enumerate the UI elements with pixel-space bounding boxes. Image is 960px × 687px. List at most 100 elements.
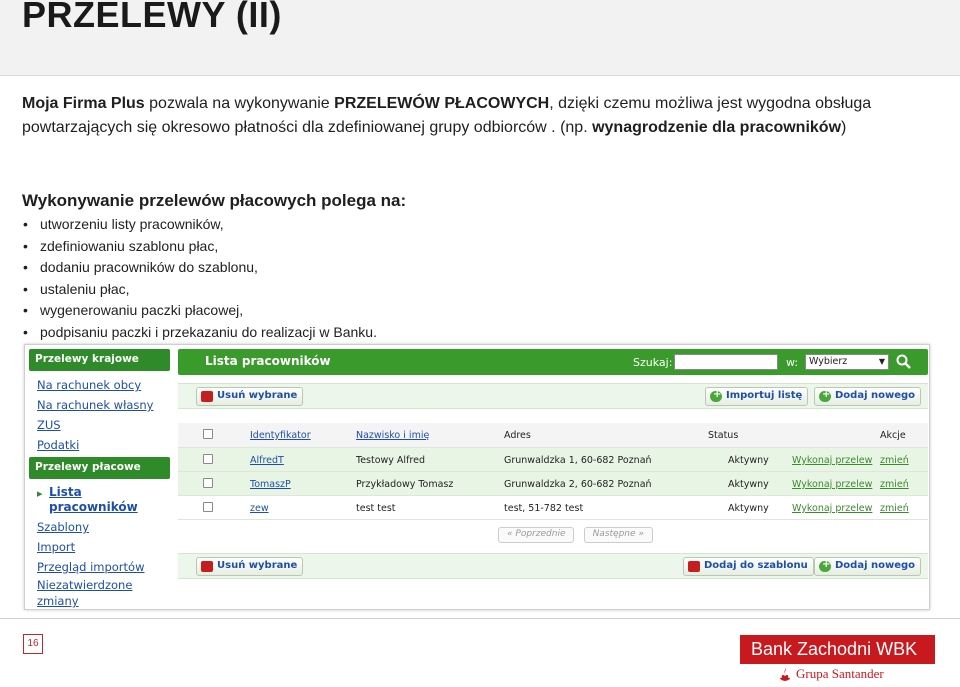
edit-link[interactable]: zmień (880, 479, 909, 490)
employee-name: test test (356, 503, 396, 514)
nav-link-taxes[interactable]: Podatki (29, 435, 170, 455)
step-item: ustaleniu płac, (22, 279, 377, 301)
employee-name: Testowy Alfred (356, 455, 425, 466)
select-value: Wybierz (809, 356, 848, 367)
step-item: dodaniu pracowników do szablonu, (22, 257, 377, 279)
search-label: Szukaj: (633, 356, 673, 369)
add-new-label: Dodaj nowego (835, 560, 916, 571)
nav-section-domestic: Przelewy krajowe (29, 349, 170, 371)
nav-link-import-review[interactable]: Przegląd importów (29, 557, 170, 577)
bank-group-name: Grupa Santander (796, 666, 884, 681)
employee-id-link[interactable]: TomaszP (250, 479, 291, 490)
nav-link-unapproved[interactable]: Niezatwierdzone (29, 577, 170, 593)
column-header-actions: Akcje (880, 430, 906, 441)
add-to-template-button[interactable]: Dodaj do szablonu (683, 557, 814, 576)
intro-paragraph: Moja Firma Plus pozwala na wykonywanie P… (22, 92, 942, 140)
bank-logo: Bank Zachodni WBK Grupa Santander (740, 635, 935, 685)
employee-id-link[interactable]: zew (250, 503, 269, 514)
nav-link-changes[interactable]: zmiany (29, 593, 170, 609)
row-checkbox[interactable] (203, 502, 213, 512)
employee-address: Grunwaldzka 2, 60-682 Poznań (504, 479, 652, 490)
column-header-name[interactable]: Nazwisko i imię (356, 430, 429, 441)
import-list-label: Importuj listę (726, 390, 803, 401)
search-field-select[interactable]: Wybierz ▼ (805, 354, 889, 370)
caret-down-icon: ▼ (878, 357, 885, 366)
row-checkbox[interactable] (203, 478, 213, 488)
trash-icon (688, 561, 700, 572)
intro-text-3: ) (841, 119, 847, 136)
trash-icon (201, 561, 213, 572)
import-list-button[interactable]: Importuj listę (705, 387, 809, 406)
column-header-address: Adres (504, 430, 531, 441)
prev-page-button[interactable]: « Poprzednie (498, 527, 575, 543)
feature-name: PRZELEWÓW PŁACOWYCH (334, 95, 550, 112)
left-navigation: Przelewy krajowe Na rachunek obcy Na rac… (29, 349, 170, 609)
intro-text-1: pozwala na wykonywanie (144, 95, 335, 112)
delete-selected-label: Usuń wybrane (217, 560, 298, 571)
trash-icon (201, 391, 213, 402)
step-item: zdefiniowaniu szablonu płac, (22, 236, 377, 258)
make-transfer-link[interactable]: Wykonaj przelew (792, 455, 872, 466)
make-transfer-link[interactable]: Wykonaj przelew (792, 479, 872, 490)
steps-list: utworzeniu listy pracowników, zdefiniowa… (22, 214, 377, 343)
search-field-label: w: (786, 356, 799, 369)
step-item: utworzeniu listy pracowników, (22, 214, 377, 236)
employee-status: Aktywny (728, 455, 769, 466)
nav-link-zus[interactable]: ZUS (29, 415, 170, 435)
page-number: 16 (23, 634, 43, 654)
delete-selected-label: Usuń wybrane (217, 390, 298, 401)
employee-status: Aktywny (728, 479, 769, 490)
table-row: AlfredT Testowy Alfred Grunwaldzka 1, 60… (178, 448, 928, 472)
nav-active-line2: pracowników (49, 500, 138, 514)
table-header-row: Identyfikator Nazwisko i imię Adres Stat… (178, 423, 928, 448)
nav-section-payroll: Przelewy płacowe (29, 457, 170, 479)
plus-icon (710, 389, 722, 402)
column-header-status: Status (708, 430, 739, 441)
add-new-label: Dodaj nowego (835, 390, 916, 401)
delete-selected-button[interactable]: Usuń wybrane (196, 387, 304, 406)
bottom-toolbar: Usuń wybrane Dodaj do szablonu Dodaj now… (178, 553, 928, 579)
nav-link-templates[interactable]: Szablony (29, 517, 170, 537)
plus-icon (819, 389, 831, 402)
next-page-button[interactable]: Następne » (583, 527, 653, 543)
pagination: « Poprzednie Następne » (498, 521, 657, 543)
main-title: Lista pracowników (205, 354, 331, 368)
footer-divider (0, 618, 960, 619)
edit-link[interactable]: zmień (880, 503, 909, 514)
nav-link-own-account[interactable]: Na rachunek własny (29, 395, 170, 415)
app-screenshot: Przelewy krajowe Na rachunek obcy Na rac… (24, 344, 930, 610)
search-icon[interactable] (895, 353, 913, 371)
slide-title-band: PRZELEWY (II) (0, 0, 960, 76)
delete-selected-button[interactable]: Usuń wybrane (196, 557, 304, 576)
column-header-id[interactable]: Identyfikator (250, 430, 311, 441)
brand-name: Moja Firma Plus (22, 95, 145, 112)
nav-active-line1: Lista (49, 485, 82, 499)
table-row: zew test test test, 51-782 test Aktywny … (178, 496, 928, 520)
search-input[interactable] (674, 354, 778, 370)
steps-heading: Wykonywanie przelewów płacowych polega n… (22, 191, 407, 210)
step-item: podpisaniu paczki i przekazaniu do reali… (22, 322, 377, 344)
edit-link[interactable]: zmień (880, 455, 909, 466)
add-new-button[interactable]: Dodaj nowego (814, 557, 922, 576)
make-transfer-link[interactable]: Wykonaj przelew (792, 503, 872, 514)
step-item: wygenerowaniu paczki płacowej, (22, 300, 377, 322)
nav-link-import[interactable]: Import (29, 537, 170, 557)
top-toolbar: Usuń wybrane Importuj listę Dodaj nowego (178, 383, 928, 409)
add-new-button[interactable]: Dodaj nowego (814, 387, 922, 406)
example-text: wynagrodzenie dla pracowników (592, 119, 842, 136)
employee-table: Identyfikator Nazwisko i imię Adres Stat… (178, 423, 928, 520)
employee-status: Aktywny (728, 503, 769, 514)
employee-address: test, 51-782 test (504, 503, 584, 514)
plus-icon (819, 559, 831, 572)
nav-link-employee-list[interactable]: ▸ Lista pracowników (29, 485, 170, 515)
row-checkbox[interactable] (203, 454, 213, 464)
santander-flame-icon (780, 667, 790, 681)
employee-address: Grunwaldzka 1, 60-682 Poznań (504, 455, 652, 466)
select-all-checkbox[interactable] (203, 429, 213, 439)
employee-name: Przykładowy Tomasz (356, 479, 454, 490)
table-row: TomaszP Przykładowy Tomasz Grunwaldzka 2… (178, 472, 928, 496)
arrow-right-icon: ▸ (37, 487, 43, 500)
nav-link-external-account[interactable]: Na rachunek obcy (29, 375, 170, 395)
employee-id-link[interactable]: AlfredT (250, 455, 284, 466)
add-to-template-label: Dodaj do szablonu (704, 560, 808, 571)
